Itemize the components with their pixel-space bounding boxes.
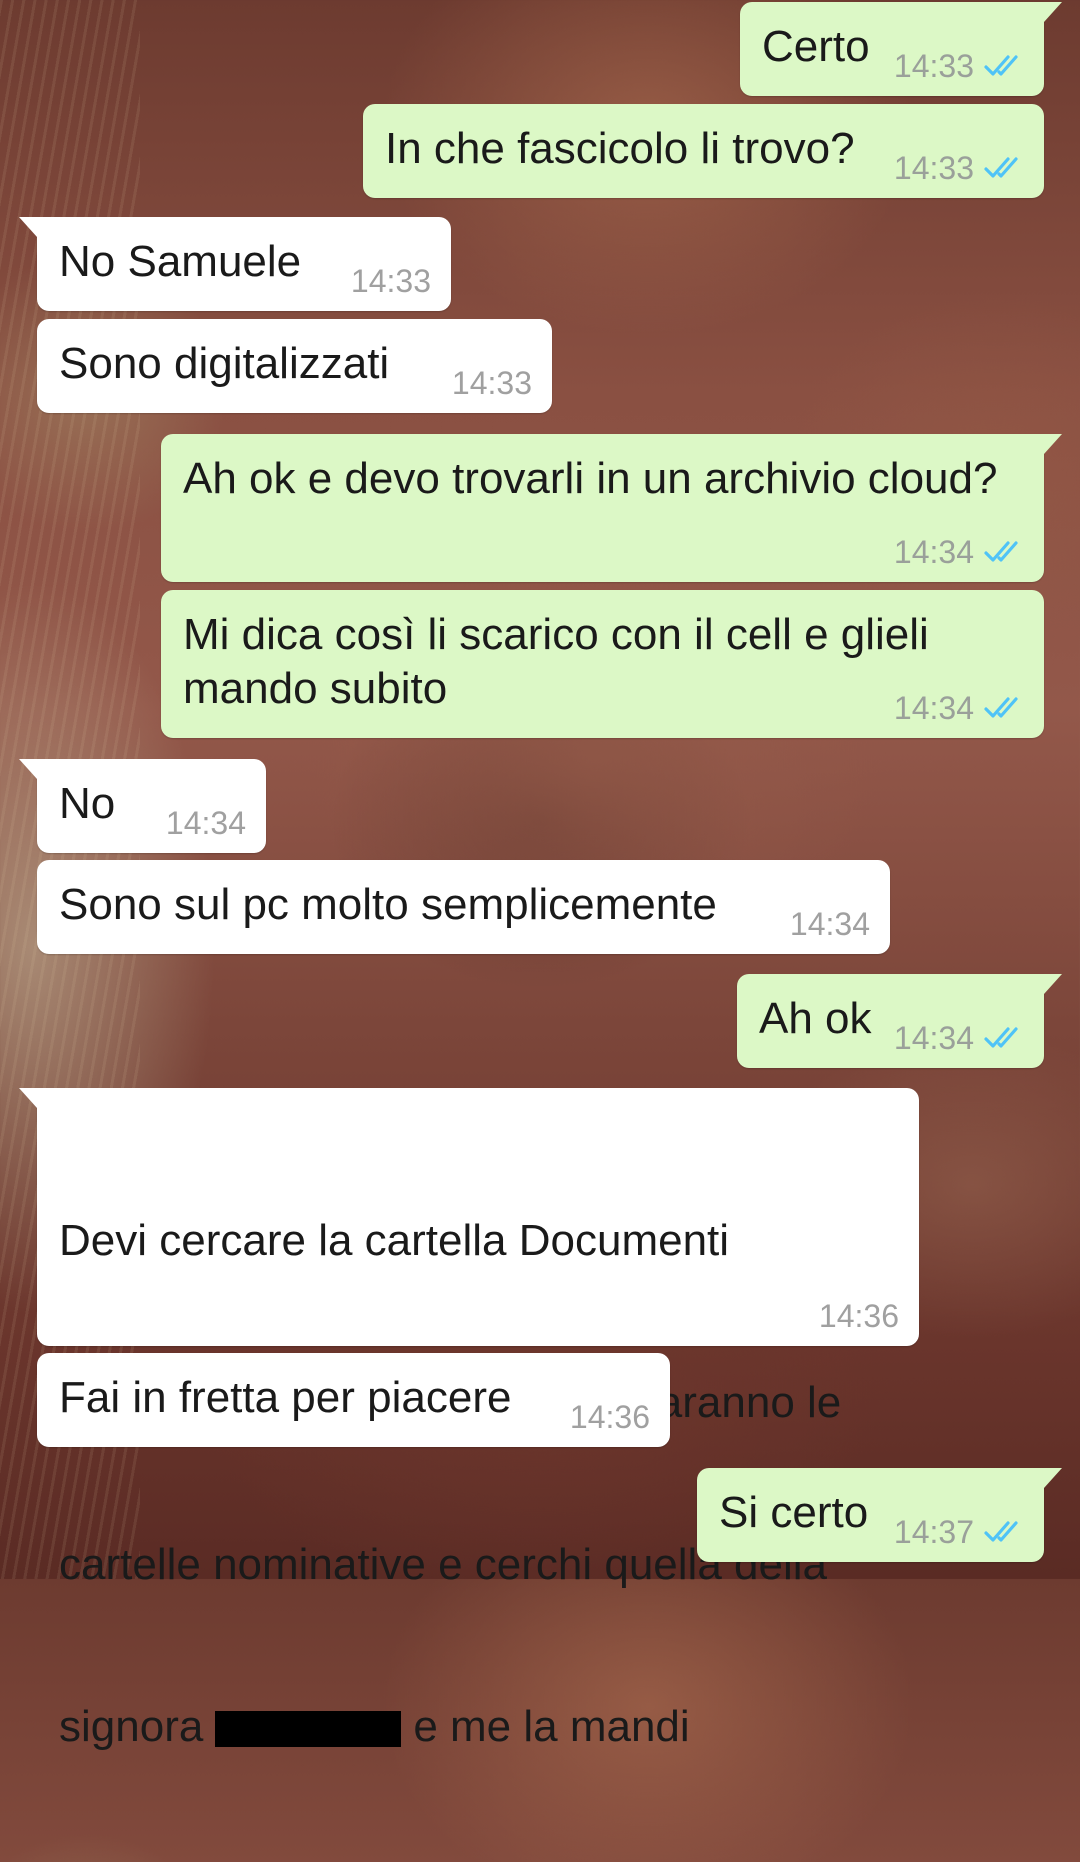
message-time: 14:33: [350, 263, 431, 299]
message-time: 14:36: [818, 1298, 899, 1334]
message-time: 14:36: [569, 1399, 650, 1435]
read-receipt-icon: [984, 1027, 1018, 1048]
message-meta: 14:36: [819, 1298, 899, 1334]
message-meta: 14:37: [894, 1514, 1024, 1550]
message-meta: 14:33: [894, 48, 1024, 84]
message-bubble-outgoing[interactable]: In che fascicolo li trovo? 14:33: [363, 104, 1044, 198]
message-bubble-outgoing[interactable]: Si certo 14:37: [697, 1468, 1062, 1562]
message-time: 14:33: [893, 150, 974, 186]
read-receipt-icon: [984, 157, 1018, 178]
message-bubble-incoming[interactable]: Sono digitalizzati 14:33: [37, 319, 552, 413]
message-bubble-incoming[interactable]: Devi cercare la cartella Documenti Anno …: [19, 1088, 919, 1751]
message-meta: 14:36: [570, 1399, 650, 1435]
message-bubble-incoming[interactable]: No 14:34: [19, 759, 266, 853]
message-line: signora e me la mandi: [59, 1702, 690, 1751]
read-receipt-icon: [984, 541, 1018, 562]
message-time: 14:33: [451, 365, 532, 401]
message-bubble-incoming[interactable]: No Samuele 14:33: [19, 217, 451, 311]
message-time: 14:37: [893, 1514, 974, 1550]
message-time: 14:34: [165, 805, 246, 841]
read-receipt-icon: [984, 1521, 1018, 1542]
message-meta: 14:33: [894, 150, 1024, 186]
message-meta: 14:34: [166, 805, 246, 841]
read-receipt-icon: [984, 55, 1018, 76]
message-bubble-incoming[interactable]: Sono sul pc molto semplicemente 14:34: [37, 860, 890, 954]
message-bubble-outgoing[interactable]: Certo 14:33: [740, 2, 1062, 96]
message-time: 14:34: [893, 1020, 974, 1056]
message-bubble-outgoing[interactable]: Mi dica così li scarico con il cell e gl…: [161, 590, 1044, 738]
message-bubble-incoming[interactable]: Fai in fretta per piacere 14:36: [37, 1353, 670, 1447]
message-bubble-outgoing[interactable]: Ah ok 14:34: [737, 974, 1062, 1068]
message-bubble-outgoing[interactable]: Ah ok e devo trovarli in un archivio clo…: [161, 434, 1062, 582]
redaction-bar: [215, 1711, 402, 1747]
message-time: 14:34: [893, 690, 974, 726]
message-meta: 14:34: [790, 906, 870, 942]
message-meta: 14:34: [894, 534, 1024, 570]
message-time: 14:34: [893, 534, 974, 570]
message-time: 14:33: [893, 48, 974, 84]
message-line: Devi cercare la cartella Documenti: [59, 1216, 730, 1265]
message-meta: 14:34: [894, 1020, 1024, 1056]
message-meta: 14:33: [452, 365, 532, 401]
message-time: 14:34: [789, 906, 870, 942]
read-receipt-icon: [984, 697, 1018, 718]
message-meta: 14:34: [894, 690, 1024, 726]
message-text: Fai in fretta per piacere: [59, 1373, 512, 1422]
message-meta: 14:33: [351, 263, 431, 299]
message-text: Sono sul pc molto semplicemente: [59, 880, 717, 929]
message-text: Ah ok e devo trovarli in un archivio clo…: [183, 454, 998, 503]
